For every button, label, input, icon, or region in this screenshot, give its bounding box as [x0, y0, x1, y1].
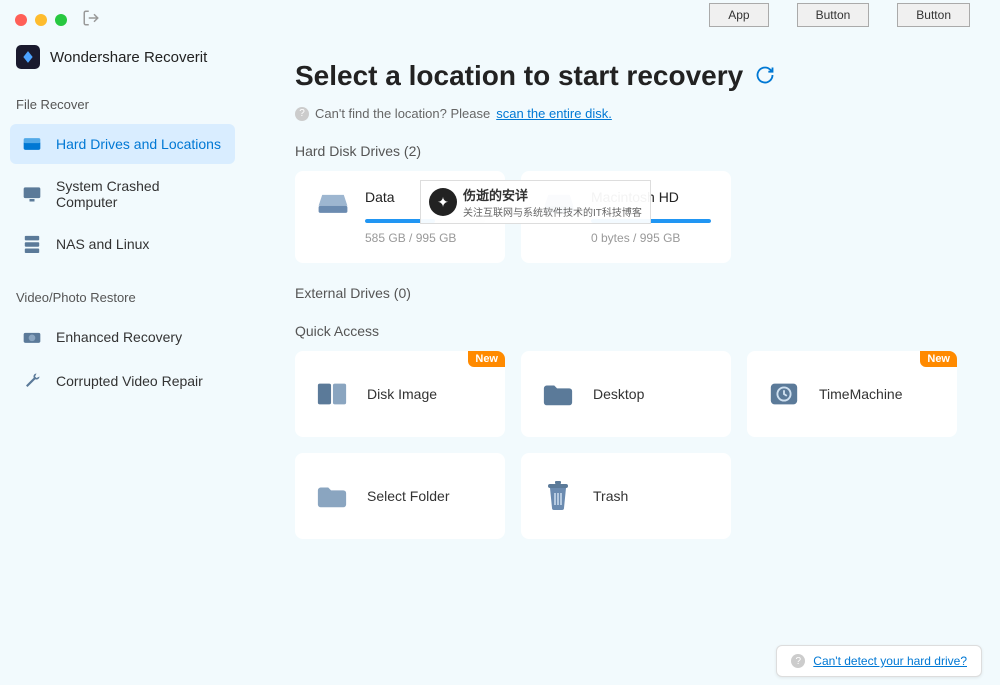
sidebar-item-label: NAS and Linux — [56, 236, 149, 252]
top-button-app[interactable]: App — [709, 3, 768, 27]
watermark-sub: 关注互联网与系统软件技术的IT科技博客 — [463, 204, 642, 219]
quick-label: Disk Image — [367, 386, 437, 402]
sidebar-item-crashed-computer[interactable]: System Crashed Computer — [10, 168, 235, 220]
drive-size: 585 GB / 995 GB — [365, 231, 485, 245]
subtitle-text: Can't find the location? Please — [315, 106, 490, 121]
external-drives-section-title: External Drives (0) — [295, 285, 960, 301]
subtitle-row: ? Can't find the location? Please scan t… — [295, 106, 960, 121]
quick-label: Desktop — [593, 386, 644, 402]
watermark-overlay: ✦ 伤逝的安详 关注互联网与系统软件技术的IT科技博客 — [420, 180, 651, 224]
help-icon: ? — [791, 654, 805, 668]
watermark-title: 伤逝的安详 — [463, 185, 642, 204]
app-logo-icon — [16, 45, 40, 69]
new-badge: New — [468, 351, 505, 367]
quick-access-grid: New Disk Image Desktop New TimeMachine — [295, 351, 960, 539]
folder-icon — [541, 377, 575, 411]
sidebar: Wondershare Recoverit File Recover Hard … — [0, 40, 245, 685]
sidebar-section-file-recover: File Recover — [10, 89, 235, 120]
timemachine-icon — [767, 377, 801, 411]
sidebar-item-label: Hard Drives and Locations — [56, 136, 221, 152]
brand: Wondershare Recoverit — [10, 45, 235, 89]
disk-image-icon — [315, 377, 349, 411]
folder-icon — [315, 479, 349, 513]
sidebar-item-label: System Crashed Computer — [56, 178, 223, 210]
page-title: Select a location to start recovery — [295, 60, 775, 92]
quick-card-trash[interactable]: Trash — [521, 453, 731, 539]
quick-access-section-title: Quick Access — [295, 323, 960, 339]
drive-icon — [22, 134, 42, 154]
trash-icon — [541, 479, 575, 513]
sidebar-item-enhanced-recovery[interactable]: Enhanced Recovery — [10, 317, 235, 357]
exit-icon[interactable] — [82, 9, 100, 32]
sidebar-item-hard-drives[interactable]: Hard Drives and Locations — [10, 124, 235, 164]
help-icon: ? — [295, 107, 309, 121]
app-name: Wondershare Recoverit — [50, 49, 207, 66]
sidebar-item-nas-linux[interactable]: NAS and Linux — [10, 224, 235, 264]
camera-icon — [22, 327, 42, 347]
close-window-button[interactable] — [15, 14, 27, 26]
quick-label: Select Folder — [367, 488, 449, 504]
quick-card-select-folder[interactable]: Select Folder — [295, 453, 505, 539]
maximize-window-button[interactable] — [55, 14, 67, 26]
main-content: Select a location to start recovery ? Ca… — [245, 40, 1000, 685]
quick-card-desktop[interactable]: Desktop — [521, 351, 731, 437]
hdd-icon — [315, 189, 351, 217]
new-badge: New — [920, 351, 957, 367]
traffic-lights — [15, 14, 67, 26]
page-title-text: Select a location to start recovery — [295, 60, 743, 92]
top-button-group: App Button Button — [709, 3, 970, 27]
server-icon — [22, 234, 42, 254]
scan-entire-disk-link[interactable]: scan the entire disk. — [496, 106, 612, 121]
quick-label: Trash — [593, 488, 628, 504]
watermark-logo-icon: ✦ — [429, 188, 457, 216]
quick-label: TimeMachine — [819, 386, 903, 402]
footer-help-bubble[interactable]: ? Can't detect your hard drive? — [776, 645, 982, 677]
hard-disk-section-title: Hard Disk Drives (2) — [295, 143, 960, 159]
footer-help-link[interactable]: Can't detect your hard drive? — [813, 654, 967, 668]
quick-card-timemachine[interactable]: New TimeMachine — [747, 351, 957, 437]
wrench-icon — [22, 371, 42, 391]
sidebar-item-label: Corrupted Video Repair — [56, 373, 203, 389]
monitor-icon — [22, 184, 42, 204]
sidebar-item-corrupted-video-repair[interactable]: Corrupted Video Repair — [10, 361, 235, 401]
drive-size: 0 bytes / 995 GB — [591, 231, 711, 245]
sidebar-section-video-photo: Video/Photo Restore — [10, 282, 235, 313]
top-button-2[interactable]: Button — [897, 3, 970, 27]
sidebar-item-label: Enhanced Recovery — [56, 329, 182, 345]
minimize-window-button[interactable] — [35, 14, 47, 26]
quick-card-disk-image[interactable]: New Disk Image — [295, 351, 505, 437]
refresh-icon[interactable] — [755, 60, 775, 92]
top-button-1[interactable]: Button — [797, 3, 870, 27]
